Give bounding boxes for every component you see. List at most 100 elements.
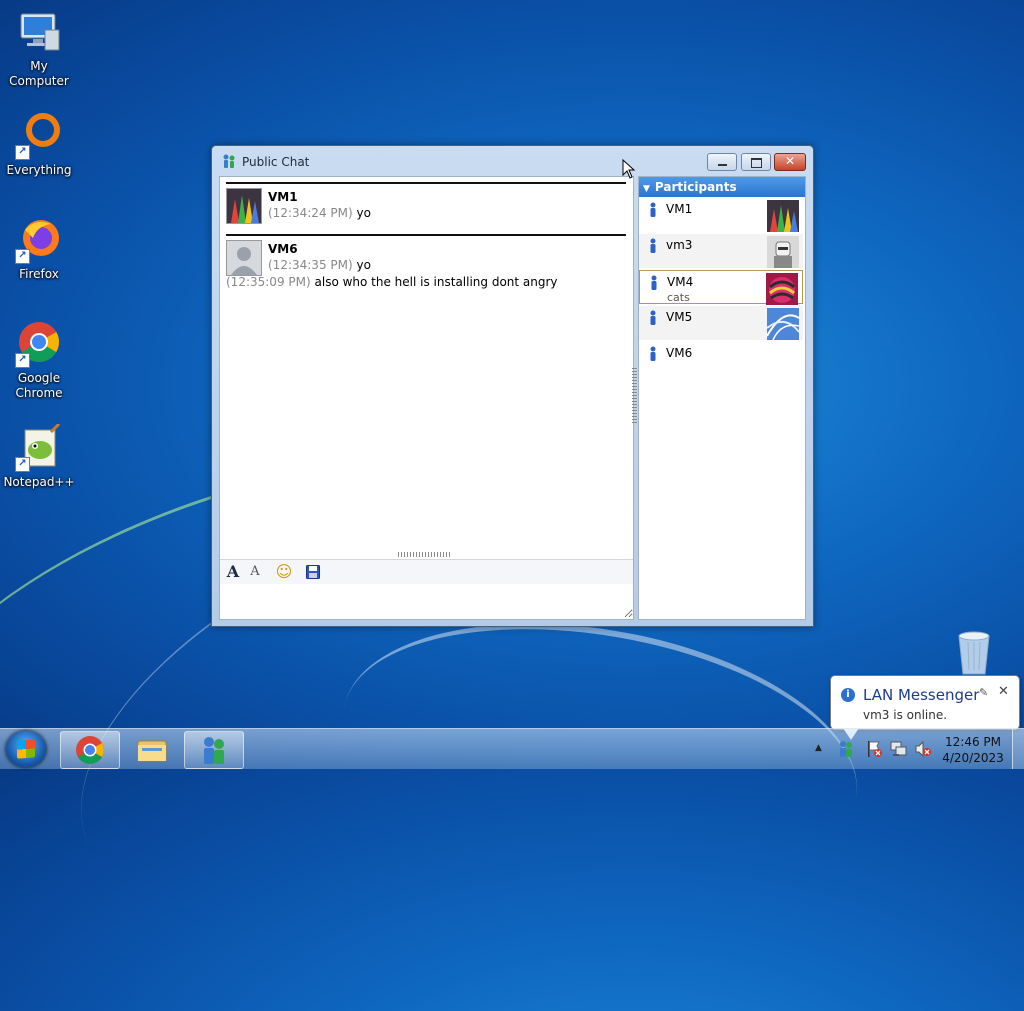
participant-name: vm3 <box>666 238 693 252</box>
user-status-icon <box>651 275 657 290</box>
show-desktop-button[interactable] <box>1012 729 1024 769</box>
participant-avatar <box>767 200 799 232</box>
participant-avatar <box>767 236 799 268</box>
pin-icon[interactable]: ✎ <box>979 686 988 699</box>
folder-icon <box>137 740 167 762</box>
chat-message-continuation: (12:35:09 PM) also who the hell is insta… <box>226 275 558 289</box>
recycle-bin-icon[interactable] <box>953 628 995 678</box>
mouse-cursor-icon <box>622 159 636 179</box>
desktop-icon-notepad-plus-plus[interactable]: ↗ Notepad++ <box>0 422 78 490</box>
minimize-button[interactable] <box>707 153 737 171</box>
message-text: yo <box>356 258 371 272</box>
desktop-icon-label: Notepad++ <box>3 475 75 489</box>
message-timestamp: (12:34:35 PM) <box>268 258 353 272</box>
avatar <box>226 240 262 276</box>
action-center-flag-icon[interactable] <box>866 740 882 758</box>
participant-name: VM5 <box>666 310 693 324</box>
message-history[interactable]: VM1 (12:34:24 PM) yo VM6 (12:34:35 PM) y… <box>220 177 633 549</box>
clock-time: 12:46 PM <box>945 735 1001 749</box>
window-titlebar[interactable]: Public Chat ✕ <box>212 146 813 176</box>
desktop-icon-firefox[interactable]: ↗ Firefox <box>0 216 78 282</box>
shortcut-arrow-icon: ↗ <box>15 145 30 160</box>
participant-name: VM1 <box>666 202 693 216</box>
clock-date: 4/20/2023 <box>942 751 1004 765</box>
emoticon-icon[interactable]: ☺ <box>275 563 293 581</box>
shortcut-arrow-icon: ↗ <box>15 249 30 264</box>
pane-splitter-handle[interactable] <box>632 368 637 424</box>
lan-messenger-tray-icon[interactable] <box>838 740 854 758</box>
shortcut-arrow-icon: ↗ <box>15 457 30 472</box>
participants-header-label: Participants <box>654 180 737 194</box>
message-timestamp: (12:34:24 PM) <box>268 206 353 220</box>
show-hidden-icons-button[interactable]: ▲ <box>815 743 822 753</box>
message-divider <box>226 234 626 236</box>
save-icon[interactable] <box>304 563 322 581</box>
close-button[interactable]: ✕ <box>774 153 806 171</box>
start-button[interactable] <box>6 731 46 767</box>
minimize-icon <box>718 164 727 166</box>
message-line: (12:34:24 PM) yo <box>268 206 371 220</box>
windows-logo-icon <box>17 739 35 759</box>
desktop-icon-my-computer[interactable]: My Computer <box>0 8 78 89</box>
desktop-icon-label: My Computer <box>9 59 69 88</box>
desktop-icon-label: Firefox <box>19 267 59 281</box>
participant-item-selected[interactable]: VM4 cats <box>639 270 803 305</box>
font-color-icon[interactable]: A <box>246 563 264 581</box>
maximize-icon <box>751 158 762 168</box>
user-status-icon <box>650 310 656 325</box>
participant-name: VM6 <box>666 346 693 360</box>
message-sender: VM1 <box>268 190 298 204</box>
taskbar-explorer-button[interactable] <box>122 731 182 769</box>
taskbar-lan-messenger-button[interactable] <box>184 731 244 769</box>
message-divider <box>226 182 626 184</box>
system-clock[interactable]: 12:46 PM 4/20/2023 <box>938 734 1008 766</box>
lan-messenger-app-icon <box>222 154 236 168</box>
participant-item[interactable]: vm3 <box>639 234 803 268</box>
message-timestamp: (12:35:09 PM) <box>226 275 311 289</box>
notification-close-icon[interactable]: ✕ <box>998 684 1009 699</box>
message-sender: VM6 <box>268 242 298 256</box>
avatar <box>226 188 262 224</box>
lan-messenger-icon <box>204 737 224 764</box>
taskbar: ▲ 12:46 PM 4/20/2023 <box>0 728 1024 769</box>
chat-pane: VM1 (12:34:24 PM) yo VM6 (12:34:35 PM) y… <box>219 176 634 620</box>
message-toolbar: A A ☺ <box>220 559 633 585</box>
participants-pane: ▼ Participants VM1 vm3 VM4 cats VM5 VM6 <box>638 176 806 620</box>
chrome-icon <box>76 736 104 764</box>
network-icon[interactable] <box>890 740 908 758</box>
splitter-handle[interactable] <box>398 552 452 557</box>
chrome-icon: ↗ <box>15 320 63 368</box>
collapse-triangle-icon: ▼ <box>643 184 650 194</box>
taskbar-chrome-button[interactable] <box>60 731 120 769</box>
notification-balloon[interactable]: i LAN Messenger vm3 is online. ✎ ✕ <box>830 675 1020 740</box>
desktop-icon-google-chrome[interactable]: ↗ Google Chrome <box>0 320 78 401</box>
public-chat-window: Public Chat ✕ VM1 (12:34:24 PM) yo VM6 (… <box>211 145 814 627</box>
maximize-button[interactable] <box>741 153 771 171</box>
notification-message: vm3 is online. <box>863 708 948 722</box>
volume-muted-icon[interactable] <box>914 740 932 758</box>
message-line: (12:34:35 PM) yo <box>268 258 371 272</box>
message-text: yo <box>356 206 371 220</box>
message-input[interactable] <box>220 584 633 618</box>
participant-name: VM4 <box>667 275 694 289</box>
participant-item[interactable]: VM6 <box>639 342 803 376</box>
notepad-plus-plus-icon: ↗ <box>15 422 63 472</box>
participant-item[interactable]: VM5 <box>639 306 803 340</box>
everything-search-icon: ↗ <box>15 112 63 160</box>
user-status-icon <box>650 346 656 361</box>
window-title: Public Chat <box>242 155 310 169</box>
shortcut-arrow-icon: ↗ <box>15 353 30 368</box>
desktop-icon-label: Google Chrome <box>15 371 63 400</box>
user-status-icon <box>650 202 656 217</box>
info-icon: i <box>841 688 855 702</box>
message-text: also who the hell is installing dont ang… <box>314 275 558 289</box>
participants-header[interactable]: ▼ Participants <box>639 177 805 197</box>
firefox-icon: ↗ <box>15 216 63 264</box>
participant-item[interactable]: VM1 <box>639 198 803 232</box>
participant-note: cats <box>667 291 690 304</box>
participant-avatar <box>767 308 799 340</box>
font-icon[interactable]: A <box>224 563 242 581</box>
notification-title: LAN Messenger <box>863 686 980 704</box>
desktop-icon-everything[interactable]: ↗ Everything <box>0 112 78 178</box>
user-status-icon <box>650 238 656 253</box>
